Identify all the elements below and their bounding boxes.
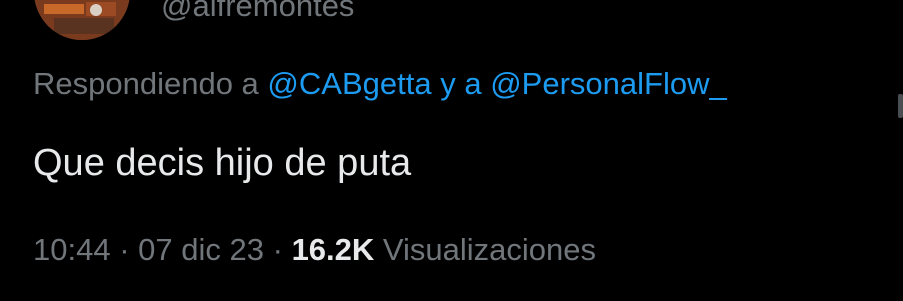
replying-to-label: Respondiendo a — [33, 66, 259, 101]
separator-dot: · — [119, 232, 130, 267]
separator-dot: · — [272, 232, 283, 267]
scrollbar[interactable] — [898, 94, 903, 118]
views-count[interactable]: 16.2K — [292, 232, 375, 267]
replying-to: Respondiendo a @CABgetta y a @PersonalFl… — [33, 64, 727, 104]
mention-link-personalflow[interactable]: @PersonalFlow_ — [490, 66, 727, 101]
avatar[interactable] — [34, 0, 130, 40]
mention-link-cabgetta[interactable]: @CABgetta — [267, 66, 431, 101]
tweet-date[interactable]: 07 dic 23 — [138, 232, 264, 267]
tweet-metadata: 10:44 · 07 dic 23 · 16.2K Visualizacione… — [33, 230, 596, 270]
replying-to-conjunction: y a — [440, 66, 482, 101]
tweet-time[interactable]: 10:44 — [33, 232, 111, 267]
tweet-text: Que decis hijo de puta — [33, 142, 412, 184]
views-label[interactable]: Visualizaciones — [383, 232, 596, 267]
avatar-image — [34, 0, 130, 40]
author-handle[interactable]: @alfremontes — [161, 0, 354, 24]
